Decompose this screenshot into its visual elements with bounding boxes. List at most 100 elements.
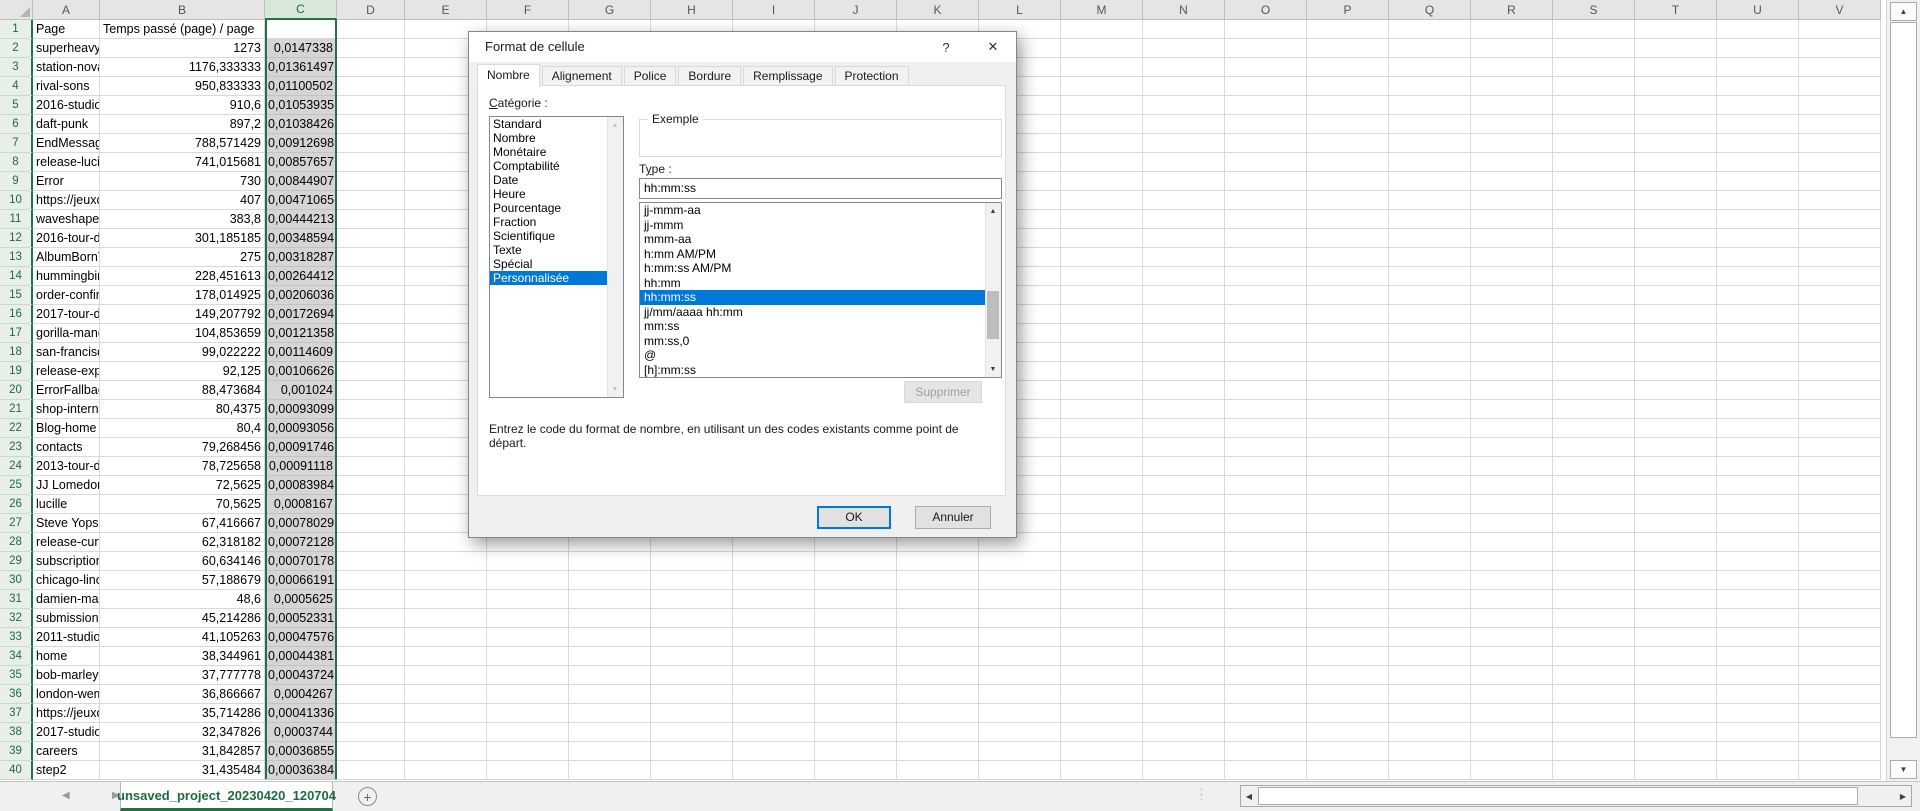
cell-C28[interactable]: 0,00072128 xyxy=(265,533,337,552)
cell-A30[interactable]: chicago-linco xyxy=(33,571,100,590)
cell-A9[interactable]: Error xyxy=(33,172,100,191)
cell-A18[interactable]: san-francisco xyxy=(33,343,100,362)
cell-D27[interactable] xyxy=(337,514,405,533)
cell-T37[interactable] xyxy=(1635,704,1717,723)
cell-F39[interactable] xyxy=(487,742,569,761)
cell-P12[interactable] xyxy=(1307,229,1389,248)
cell-O17[interactable] xyxy=(1225,324,1307,343)
cell-S37[interactable] xyxy=(1553,704,1635,723)
col-header-H[interactable]: H xyxy=(651,0,733,20)
cell-O15[interactable] xyxy=(1225,286,1307,305)
cell-O24[interactable] xyxy=(1225,457,1307,476)
cell-M17[interactable] xyxy=(1061,324,1143,343)
cell-U17[interactable] xyxy=(1717,324,1799,343)
cell-S18[interactable] xyxy=(1553,343,1635,362)
cell-O37[interactable] xyxy=(1225,704,1307,723)
cell-S32[interactable] xyxy=(1553,609,1635,628)
cell-R39[interactable] xyxy=(1471,742,1553,761)
row-header-33[interactable]: 33 xyxy=(0,628,33,647)
type-item-hh-mm[interactable]: hh:mm xyxy=(640,276,1001,291)
cell-P16[interactable] xyxy=(1307,305,1389,324)
cell-P1[interactable] xyxy=(1307,20,1389,39)
cell-P5[interactable] xyxy=(1307,96,1389,115)
cell-O34[interactable] xyxy=(1225,647,1307,666)
cell-D39[interactable] xyxy=(337,742,405,761)
cell-N19[interactable] xyxy=(1143,362,1225,381)
cell-B35[interactable]: 37,777778 xyxy=(100,666,265,685)
cell-B4[interactable]: 950,833333 xyxy=(100,77,265,96)
col-header-R[interactable]: R xyxy=(1471,0,1553,20)
cell-A4[interactable]: rival-sons xyxy=(33,77,100,96)
cell-A11[interactable]: waveshaper xyxy=(33,210,100,229)
cell-P22[interactable] xyxy=(1307,419,1389,438)
cell-C31[interactable]: 0,0005625 xyxy=(265,590,337,609)
cell-M15[interactable] xyxy=(1061,286,1143,305)
cell-O12[interactable] xyxy=(1225,229,1307,248)
cell-C30[interactable]: 0,00066191 xyxy=(265,571,337,590)
category-item-scientifique[interactable]: Scientifique xyxy=(490,229,623,243)
cell-P35[interactable] xyxy=(1307,666,1389,685)
cell-J38[interactable] xyxy=(815,723,897,742)
col-header-P[interactable]: P xyxy=(1307,0,1389,20)
cell-A40[interactable]: step2 xyxy=(33,761,100,780)
cell-A6[interactable]: daft-punk xyxy=(33,115,100,134)
cell-O26[interactable] xyxy=(1225,495,1307,514)
cell-F40[interactable] xyxy=(487,761,569,780)
cell-R9[interactable] xyxy=(1471,172,1553,191)
cell-V19[interactable] xyxy=(1799,362,1881,381)
cell-N24[interactable] xyxy=(1143,457,1225,476)
cell-A37[interactable]: https://jeuxo xyxy=(33,704,100,723)
cell-Q9[interactable] xyxy=(1389,172,1471,191)
cell-U10[interactable] xyxy=(1717,191,1799,210)
cell-V34[interactable] xyxy=(1799,647,1881,666)
col-header-J[interactable]: J xyxy=(815,0,897,20)
cell-C26[interactable]: 0,0008167 xyxy=(265,495,337,514)
cell-T1[interactable] xyxy=(1635,20,1717,39)
cell-C7[interactable]: 0,00912698 xyxy=(265,134,337,153)
cell-P32[interactable] xyxy=(1307,609,1389,628)
cell-V35[interactable] xyxy=(1799,666,1881,685)
category-item-heure[interactable]: Heure xyxy=(490,187,623,201)
cell-F30[interactable] xyxy=(487,571,569,590)
cell-N30[interactable] xyxy=(1143,571,1225,590)
cell-D38[interactable] xyxy=(337,723,405,742)
row-header-1[interactable]: 1 xyxy=(0,20,33,39)
cell-C1-active[interactable] xyxy=(265,20,337,39)
cell-H33[interactable] xyxy=(651,628,733,647)
category-item-personnalis-e[interactable]: Personnalisée xyxy=(490,271,623,285)
type-scrollbar-thumb[interactable] xyxy=(987,291,999,339)
cell-M18[interactable] xyxy=(1061,343,1143,362)
cell-N27[interactable] xyxy=(1143,514,1225,533)
cell-D40[interactable] xyxy=(337,761,405,780)
cell-U35[interactable] xyxy=(1717,666,1799,685)
cell-R10[interactable] xyxy=(1471,191,1553,210)
cell-T20[interactable] xyxy=(1635,381,1717,400)
cell-R32[interactable] xyxy=(1471,609,1553,628)
cell-A7[interactable]: EndMessage xyxy=(33,134,100,153)
cell-H40[interactable] xyxy=(651,761,733,780)
cell-M34[interactable] xyxy=(1061,647,1143,666)
cell-J34[interactable] xyxy=(815,647,897,666)
col-header-U[interactable]: U xyxy=(1717,0,1799,20)
cell-P28[interactable] xyxy=(1307,533,1389,552)
cell-D29[interactable] xyxy=(337,552,405,571)
cell-V1[interactable] xyxy=(1799,20,1881,39)
cell-G31[interactable] xyxy=(569,590,651,609)
cell-K39[interactable] xyxy=(897,742,979,761)
row-header-7[interactable]: 7 xyxy=(0,134,33,153)
cell-Q32[interactable] xyxy=(1389,609,1471,628)
cell-N10[interactable] xyxy=(1143,191,1225,210)
cell-V17[interactable] xyxy=(1799,324,1881,343)
cell-U6[interactable] xyxy=(1717,115,1799,134)
cell-U40[interactable] xyxy=(1717,761,1799,780)
cell-A31[interactable]: damien-mar xyxy=(33,590,100,609)
cell-V20[interactable] xyxy=(1799,381,1881,400)
cell-B9[interactable]: 730 xyxy=(100,172,265,191)
cell-O10[interactable] xyxy=(1225,191,1307,210)
cell-V5[interactable] xyxy=(1799,96,1881,115)
cell-T11[interactable] xyxy=(1635,210,1717,229)
cell-R19[interactable] xyxy=(1471,362,1553,381)
cell-B37[interactable]: 35,714286 xyxy=(100,704,265,723)
cell-T19[interactable] xyxy=(1635,362,1717,381)
cell-Q28[interactable] xyxy=(1389,533,1471,552)
